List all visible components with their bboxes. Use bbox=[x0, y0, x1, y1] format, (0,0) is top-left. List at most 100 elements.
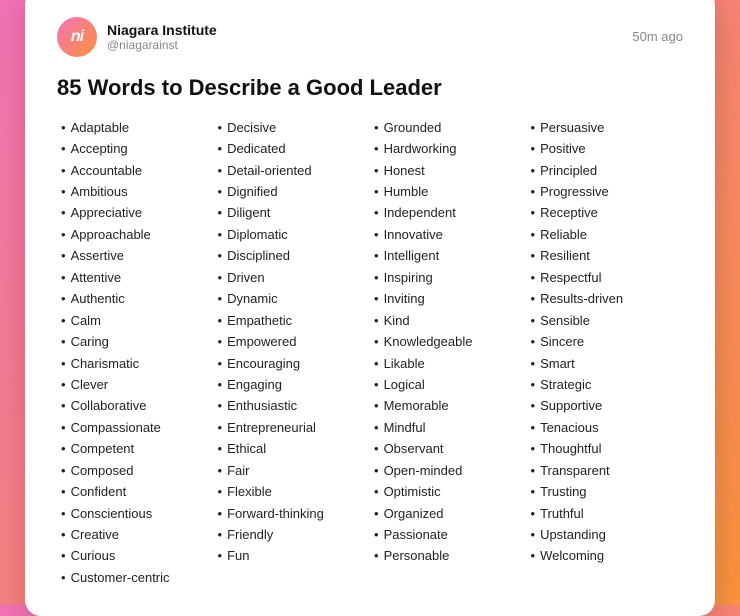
list-item: Smart bbox=[531, 353, 680, 374]
list-item: Empowered bbox=[218, 331, 367, 352]
list-item: Compassionate bbox=[61, 417, 210, 438]
list-item: Fair bbox=[218, 460, 367, 481]
list-item: Charismatic bbox=[61, 353, 210, 374]
list-item: Strategic bbox=[531, 374, 680, 395]
org-info: Niagara Institute @niagarainst bbox=[107, 22, 217, 52]
list-item: Confident bbox=[61, 481, 210, 502]
list-item: Caring bbox=[61, 331, 210, 352]
list-item: Independent bbox=[374, 202, 523, 223]
list-item: Adaptable bbox=[61, 117, 210, 138]
list-item: Principled bbox=[531, 160, 680, 181]
list-item: Curious bbox=[61, 545, 210, 566]
list-item: Mindful bbox=[374, 417, 523, 438]
list-item: Upstanding bbox=[531, 524, 680, 545]
list-item: Transparent bbox=[531, 460, 680, 481]
list-item: Inspiring bbox=[374, 267, 523, 288]
word-list-2: DecisiveDedicatedDetail-orientedDignifie… bbox=[218, 117, 367, 567]
list-item: Diligent bbox=[218, 202, 367, 223]
list-item: Assertive bbox=[61, 245, 210, 266]
list-item: Intelligent bbox=[374, 245, 523, 266]
list-item: Ethical bbox=[218, 438, 367, 459]
list-item: Truthful bbox=[531, 503, 680, 524]
list-item: Sincere bbox=[531, 331, 680, 352]
list-item: Empathetic bbox=[218, 310, 367, 331]
list-item: Inviting bbox=[374, 288, 523, 309]
list-item: Fun bbox=[218, 545, 367, 566]
list-item: Forward-thinking bbox=[218, 503, 367, 524]
list-item: Passionate bbox=[374, 524, 523, 545]
list-item: Flexible bbox=[218, 481, 367, 502]
list-item: Observant bbox=[374, 438, 523, 459]
org-name: Niagara Institute bbox=[107, 22, 217, 38]
list-item: Knowledgeable bbox=[374, 331, 523, 352]
page-title: 85 Words to Describe a Good Leader bbox=[57, 75, 683, 101]
list-item: Persuasive bbox=[531, 117, 680, 138]
word-column-1: AdaptableAcceptingAccountableAmbitiousAp… bbox=[57, 117, 214, 589]
list-item: Competent bbox=[61, 438, 210, 459]
list-item: Personable bbox=[374, 545, 523, 566]
list-item: Supportive bbox=[531, 395, 680, 416]
list-item: Trusting bbox=[531, 481, 680, 502]
list-item: Attentive bbox=[61, 267, 210, 288]
logo-icon: ni bbox=[71, 28, 83, 46]
list-item: Tenacious bbox=[531, 417, 680, 438]
list-item: Detail-oriented bbox=[218, 160, 367, 181]
header-left: ni Niagara Institute @niagarainst bbox=[57, 17, 217, 57]
list-item: Authentic bbox=[61, 288, 210, 309]
list-item: Accepting bbox=[61, 138, 210, 159]
list-item: Sensible bbox=[531, 310, 680, 331]
list-item: Organized bbox=[374, 503, 523, 524]
list-item: Receptive bbox=[531, 202, 680, 223]
list-item: Hardworking bbox=[374, 138, 523, 159]
list-item: Creative bbox=[61, 524, 210, 545]
list-item: Customer-centric bbox=[61, 567, 210, 588]
list-item: Optimistic bbox=[374, 481, 523, 502]
list-item: Friendly bbox=[218, 524, 367, 545]
list-item: Resilient bbox=[531, 245, 680, 266]
list-item: Logical bbox=[374, 374, 523, 395]
list-item: Conscientious bbox=[61, 503, 210, 524]
list-item: Dedicated bbox=[218, 138, 367, 159]
list-item: Enthusiastic bbox=[218, 395, 367, 416]
list-item: Collaborative bbox=[61, 395, 210, 416]
list-item: Entrepreneurial bbox=[218, 417, 367, 438]
card: ni Niagara Institute @niagarainst 50m ag… bbox=[25, 0, 715, 616]
header: ni Niagara Institute @niagarainst 50m ag… bbox=[57, 17, 683, 57]
list-item: Welcoming bbox=[531, 545, 680, 566]
word-list-4: PersuasivePositivePrincipledProgressiveR… bbox=[531, 117, 680, 567]
list-item: Positive bbox=[531, 138, 680, 159]
list-item: Diplomatic bbox=[218, 224, 367, 245]
timestamp: 50m ago bbox=[632, 29, 683, 44]
list-item: Open-minded bbox=[374, 460, 523, 481]
list-item: Driven bbox=[218, 267, 367, 288]
list-item: Appreciative bbox=[61, 202, 210, 223]
org-handle: @niagarainst bbox=[107, 38, 217, 52]
list-item: Accountable bbox=[61, 160, 210, 181]
word-columns: AdaptableAcceptingAccountableAmbitiousAp… bbox=[57, 117, 683, 589]
word-column-3: GroundedHardworkingHonestHumbleIndepende… bbox=[370, 117, 527, 589]
list-item: Grounded bbox=[374, 117, 523, 138]
list-item: Respectful bbox=[531, 267, 680, 288]
list-item: Humble bbox=[374, 181, 523, 202]
list-item: Reliable bbox=[531, 224, 680, 245]
word-column-4: PersuasivePositivePrincipledProgressiveR… bbox=[527, 117, 684, 589]
word-list-3: GroundedHardworkingHonestHumbleIndepende… bbox=[374, 117, 523, 567]
word-list-1: AdaptableAcceptingAccountableAmbitiousAp… bbox=[61, 117, 210, 589]
list-item: Innovative bbox=[374, 224, 523, 245]
word-column-2: DecisiveDedicatedDetail-orientedDignifie… bbox=[214, 117, 371, 589]
list-item: Likable bbox=[374, 353, 523, 374]
list-item: Thoughtful bbox=[531, 438, 680, 459]
list-item: Results-driven bbox=[531, 288, 680, 309]
list-item: Engaging bbox=[218, 374, 367, 395]
list-item: Progressive bbox=[531, 181, 680, 202]
list-item: Decisive bbox=[218, 117, 367, 138]
list-item: Clever bbox=[61, 374, 210, 395]
list-item: Dynamic bbox=[218, 288, 367, 309]
list-item: Kind bbox=[374, 310, 523, 331]
list-item: Approachable bbox=[61, 224, 210, 245]
list-item: Ambitious bbox=[61, 181, 210, 202]
list-item: Dignified bbox=[218, 181, 367, 202]
list-item: Encouraging bbox=[218, 353, 367, 374]
list-item: Disciplined bbox=[218, 245, 367, 266]
list-item: Calm bbox=[61, 310, 210, 331]
